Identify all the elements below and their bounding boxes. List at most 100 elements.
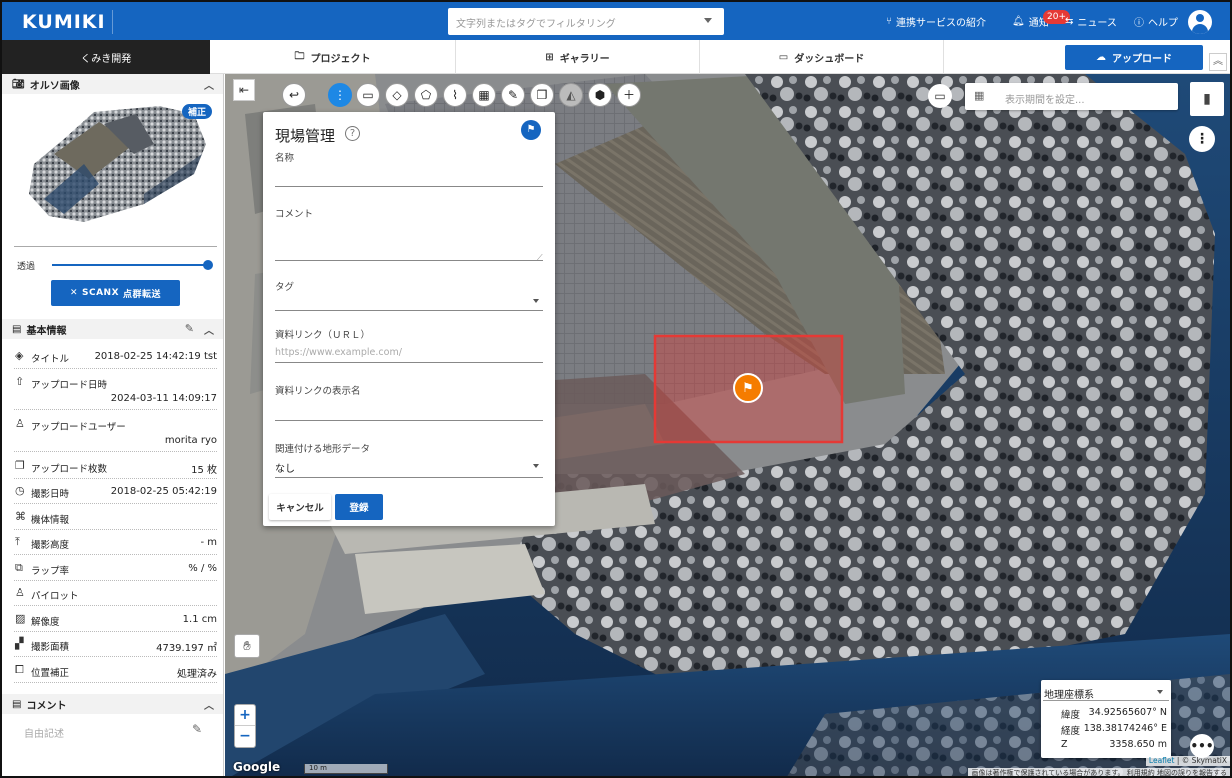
basic-info-title: 基本情報 <box>26 325 67 337</box>
menu-tool-button[interactable]: ⋮ <box>328 83 352 107</box>
area-tool-button[interactable]: ◇ <box>385 83 409 107</box>
tab-gallery[interactable]: ⊞ ギャラリー <box>456 40 700 74</box>
chevron-down-icon[interactable] <box>1157 690 1163 694</box>
info-label: アップロードユーザー <box>31 422 126 433</box>
help-icon[interactable]: ? <box>345 126 360 141</box>
terrain-select[interactable] <box>275 477 543 478</box>
news-link[interactable]: ⇆ ニュース <box>1065 2 1117 40</box>
link-name-field[interactable] <box>275 420 543 421</box>
comment-textarea[interactable] <box>275 260 543 261</box>
profile-tool-button[interactable]: ⌇ <box>443 83 467 107</box>
tag-select[interactable] <box>275 310 543 311</box>
notifications-link[interactable]: 🔔︎ 通知 <box>1012 2 1049 40</box>
chevron-down-icon[interactable] <box>704 18 712 23</box>
map-layer-button[interactable]: ▮ <box>1190 82 1224 116</box>
share-icon: ⑂ <box>886 15 892 27</box>
link-field[interactable] <box>275 362 543 363</box>
folder-icon: 🗀 <box>294 50 305 62</box>
edit-pencil-icon[interactable]: ✎ <box>185 322 194 335</box>
opacity-slider-track[interactable] <box>52 264 208 266</box>
measure-tool-button[interactable]: ▭ <box>356 83 380 107</box>
info-row-upload-count: ❐ アップロード枚数 15 枚 <box>14 454 217 479</box>
scanx-logo-text: SCANX <box>82 288 120 298</box>
latitude-value: 34.92565607° N <box>1088 707 1167 718</box>
section-divider <box>14 246 217 247</box>
comment-placeholder[interactable]: 自由記述 <box>24 725 64 740</box>
help-link[interactable]: ⓘ ヘルプ <box>1134 2 1178 40</box>
collapse-header-button[interactable]: ︽ <box>1209 53 1227 71</box>
polygon-icon: ◇ <box>392 88 402 102</box>
correction-icon: ⧠ <box>15 663 24 676</box>
scanx-transfer-label: 点群転送 <box>123 289 162 300</box>
tab-gallery-label: ギャラリー <box>559 53 610 65</box>
submit-button[interactable]: 登録 <box>335 494 383 520</box>
resize-handle-icon[interactable]: ⟋ <box>537 253 543 263</box>
tab-dashboard[interactable]: ▭ ダッシュボード <box>700 40 944 74</box>
link-name-field-label: 資料リンクの表示名 <box>275 386 361 397</box>
undo-tool-button[interactable]: ↩ <box>282 83 306 107</box>
period-filter-input[interactable]: ▦ 表示期間を設定... <box>965 83 1178 110</box>
line-chart-icon: ⌇ <box>452 88 458 102</box>
info-row-correction: ⧠ 位置補正 処理済み <box>14 658 217 683</box>
scanx-transfer-button[interactable]: ✕ SCANX 点群転送 <box>51 280 180 306</box>
user-avatar[interactable] <box>1188 10 1212 34</box>
z-label: Z <box>1061 739 1068 750</box>
filter-search-input[interactable]: 文字列またはタグでフィルタリング <box>448 8 724 35</box>
z-value: 3358.650 m <box>1109 739 1167 750</box>
map-view[interactable]: ⚑ ⇤ ↩ ⋮ ▭ ◇ ⬠ ⌇ ▦ ✎ ❐ ◭ ⬢ ＋ ▭ ▦ 表示期間を設定.… <box>225 74 1230 776</box>
chevron-up-icon[interactable]: ︿ <box>204 322 214 337</box>
more-options-fab[interactable]: ••• <box>1190 734 1214 758</box>
integrations-link[interactable]: ⑂ 連携サービスの紹介 <box>886 2 986 40</box>
coordinate-divider <box>1043 700 1169 701</box>
pan-hand-button[interactable]: ✋︎ <box>234 634 260 658</box>
top-bar: KUMIKI 文字列またはタグでフィルタリング ⑂ 連携サービスの紹介 🔔︎ 通… <box>2 2 1230 40</box>
map-scale-bar: 10 m <box>304 764 388 774</box>
chevron-down-icon[interactable] <box>533 299 539 303</box>
site-flag-marker[interactable]: ⚑ <box>733 373 763 403</box>
tab-dashboard-label: ダッシュボード <box>794 53 865 65</box>
upload-button[interactable]: ☁ アップロード <box>1065 45 1203 70</box>
google-terms[interactable]: 画像は著作権で保護されている場合があります。 利用規約 地図の誤りを報告する <box>968 768 1230 776</box>
opacity-slider-handle[interactable] <box>203 260 213 270</box>
info-value: 処理済み <box>177 669 217 680</box>
3d-tool-button[interactable]: ⬢ <box>588 83 612 107</box>
link-field-placeholder[interactable]: https://www.example.com/ <box>275 347 402 358</box>
ortho-thumbnail[interactable] <box>24 104 212 224</box>
zoom-out-button[interactable]: − <box>235 726 255 747</box>
filter-search-placeholder: 文字列またはタグでフィルタリング <box>456 19 616 30</box>
info-label: アップロード日時 <box>31 380 108 391</box>
leaflet-link[interactable]: Leaflet <box>1149 756 1175 765</box>
edit-pencil-icon[interactable]: ✎ <box>192 722 202 736</box>
map-icon: ▮ <box>1203 91 1211 107</box>
flag-icon[interactable]: ⚑ <box>521 120 541 140</box>
copy-tool-button[interactable]: ❐ <box>530 83 554 107</box>
comment-section-header[interactable]: ▤ コメント ︿ <box>2 694 223 714</box>
ortho-section-header[interactable]: 📷︎ オルソ画像 ︿ <box>2 74 223 94</box>
cancel-button[interactable]: キャンセル <box>269 494 331 520</box>
news-label: ニュース <box>1077 17 1117 29</box>
info-label: 解像度 <box>31 617 60 628</box>
add-tool-button[interactable]: ＋ <box>617 83 641 107</box>
resolution-icon: ▨ <box>15 612 26 625</box>
chevron-down-icon[interactable] <box>533 464 539 468</box>
monitor-icon: ▭ <box>934 89 946 103</box>
tab-projects[interactable]: 🗀 プロジェクト <box>210 40 456 74</box>
current-project-name[interactable]: くみき開発 <box>2 40 210 74</box>
eraser-tool-button[interactable]: ◭ <box>559 83 583 107</box>
basic-info-section-header[interactable]: ▤ 基本情報 ✎ ︿ <box>2 319 223 339</box>
chevron-up-icon[interactable]: ︿ <box>204 697 214 712</box>
toggle-sidebar-button[interactable]: ⇤ <box>233 79 255 101</box>
volume-tool-button[interactable]: ▦ <box>472 83 496 107</box>
map-options-button[interactable]: ⋮ <box>1189 126 1215 152</box>
compare-view-button[interactable]: ▭ <box>928 84 952 108</box>
draw-tool-button[interactable]: ✎ <box>501 83 525 107</box>
terrain-select-value[interactable]: なし <box>275 460 295 475</box>
name-field[interactable] <box>275 186 543 187</box>
coordinate-panel: 地理座標系 緯度 34.92565607° N 経度 138.38174246°… <box>1041 680 1171 758</box>
coordinate-system-select[interactable]: 地理座標系 <box>1044 686 1094 701</box>
scanx-logo-icon: ✕ <box>69 288 78 298</box>
chevron-up-icon[interactable]: ︿ <box>204 77 214 92</box>
polygon-tool-button[interactable]: ⬠ <box>414 83 438 107</box>
app-logo[interactable]: KUMIKI <box>22 11 106 33</box>
zoom-in-button[interactable]: + <box>235 705 255 726</box>
